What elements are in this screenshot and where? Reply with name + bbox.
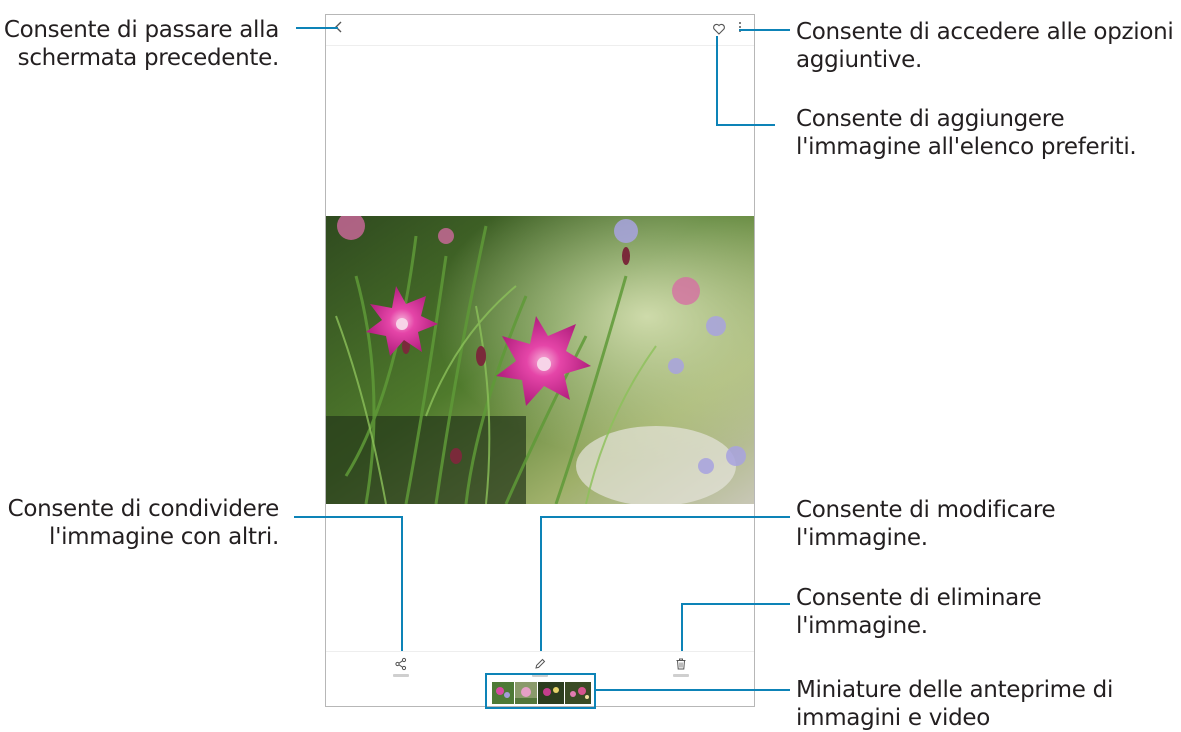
- gallery-screen: [325, 14, 755, 707]
- annotation-edit: Consente di modificare l'immagine.: [796, 496, 1056, 552]
- annotation-thumbnails: Miniature delle anteprime di immagini e …: [796, 676, 1113, 732]
- annotation-favorite: Consente di aggiungere l'immagine all'el…: [796, 105, 1137, 161]
- favorite-button[interactable]: [712, 21, 726, 35]
- annotation-favorite-line1: Consente di aggiungere: [796, 106, 1065, 132]
- delete-label-placeholder: [673, 674, 689, 677]
- annotation-more-options-line2: aggiuntive.: [796, 47, 923, 73]
- annotation-thumbnails-line2: immagini e video: [796, 705, 991, 731]
- share-button[interactable]: [394, 656, 408, 671]
- annotation-delete-line1: Consente di eliminare: [796, 585, 1042, 611]
- annotation-back: Consente di passare alla schermata prece…: [4, 16, 279, 72]
- annotation-more-options-line1: Consente di accedere alle opzioni: [796, 19, 1174, 45]
- flower-photo: [326, 216, 754, 504]
- annotation-edit-line1: Consente di modificare: [796, 497, 1056, 523]
- pencil-icon: [535, 658, 546, 669]
- more-options-button[interactable]: [736, 20, 744, 36]
- annotation-share-line1: Consente di condividere: [7, 496, 280, 522]
- share-label-placeholder: [393, 674, 409, 677]
- annotation-share: Consente di condividere l'immagine con a…: [7, 495, 280, 551]
- annotation-thumbnails-line1: Miniature delle anteprime di: [796, 677, 1114, 703]
- delete-button[interactable]: [674, 656, 688, 670]
- thumbnail-callout-frame: [485, 673, 596, 709]
- annotation-delete: Consente di eliminare l'immagine.: [796, 584, 1042, 640]
- edit-button[interactable]: [533, 656, 547, 670]
- trash-icon: [676, 658, 686, 670]
- annotation-more-options: Consente di accedere alle opzioni aggiun…: [796, 18, 1174, 74]
- chevron-left-icon: [335, 21, 342, 33]
- back-button[interactable]: [334, 19, 344, 39]
- heart-outline-icon: [713, 23, 725, 35]
- annotation-back-line2: schermata precedente.: [17, 45, 280, 71]
- top-bar: [326, 15, 754, 46]
- annotation-delete-line2: l'immagine.: [796, 613, 928, 639]
- share-icon: [395, 657, 407, 671]
- annotation-back-line1: Consente di passare alla: [3, 17, 279, 43]
- annotation-edit-line2: l'immagine.: [796, 525, 928, 551]
- vertical-dots-icon: [736, 22, 744, 32]
- annotation-favorite-line2: l'immagine all'elenco preferiti.: [796, 134, 1137, 160]
- annotation-share-line2: l'immagine con altri.: [48, 524, 279, 550]
